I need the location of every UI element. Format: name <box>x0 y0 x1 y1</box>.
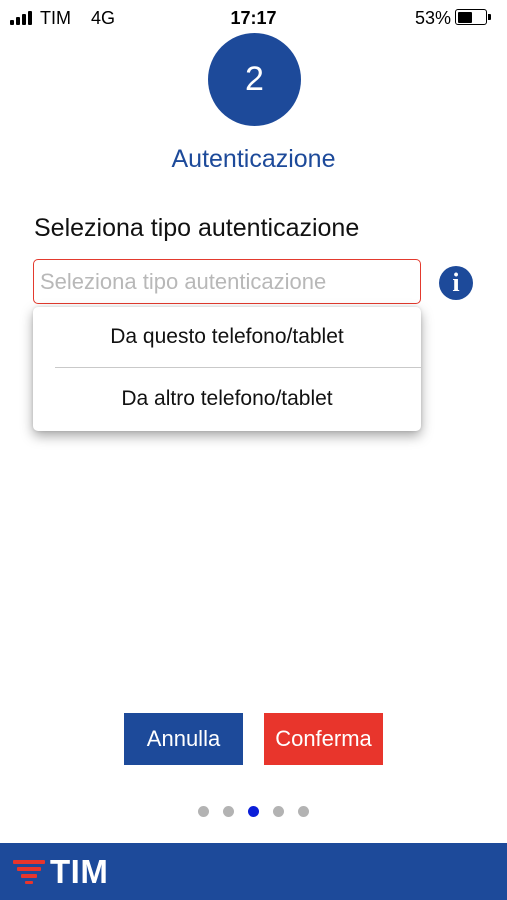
confirm-button[interactable]: Conferma <box>264 713 383 765</box>
page-dot <box>198 806 209 817</box>
dropdown-divider <box>55 367 421 368</box>
tim-logo-mark-icon <box>13 860 45 884</box>
page-dot <box>273 806 284 817</box>
page-dot-active <box>248 806 259 817</box>
page-dot <box>223 806 234 817</box>
option-other-device[interactable]: Da altro telefono/tablet <box>33 369 421 429</box>
tim-logo-text: TIM <box>50 853 109 890</box>
step-title: Autenticazione <box>171 145 336 173</box>
info-icon[interactable]: i <box>439 266 473 300</box>
footer-bar: TIM <box>0 843 507 900</box>
option-this-device[interactable]: Da questo telefono/tablet <box>33 307 421 367</box>
battery-percentage: 53% <box>414 8 451 28</box>
status-bar: TIM 4G 17:17 53% <box>0 0 507 36</box>
page-indicator <box>198 806 309 817</box>
step-number-badge: 2 <box>208 33 301 126</box>
page-dot <box>298 806 309 817</box>
battery-icon <box>455 9 491 27</box>
auth-type-dropdown: Da questo telefono/tablet Da altro telef… <box>33 307 421 431</box>
tim-logo: TIM <box>13 852 113 892</box>
auth-type-select[interactable] <box>33 259 421 304</box>
auth-type-label: Seleziona tipo autenticazione <box>34 214 360 242</box>
cancel-button[interactable]: Annulla <box>124 713 243 765</box>
